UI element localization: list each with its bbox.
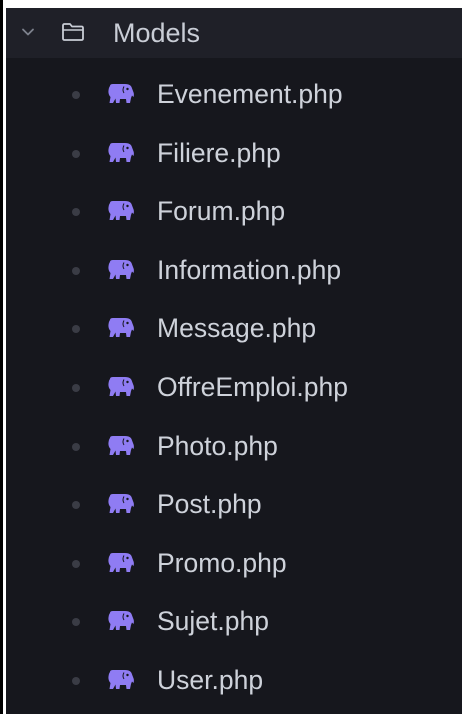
indent-guide-dot xyxy=(72,442,80,451)
file-item-information[interactable]: Information.php xyxy=(6,242,462,301)
php-elephant-icon xyxy=(107,142,135,163)
php-elephant-icon xyxy=(107,317,135,338)
file-label: Promo.php xyxy=(157,547,287,578)
indent-guide-dot xyxy=(72,208,80,217)
top-crop-strip xyxy=(6,0,462,8)
folder-row-models[interactable]: Models xyxy=(6,8,462,58)
php-elephant-icon xyxy=(107,610,135,631)
file-item-message[interactable]: Message.php xyxy=(6,300,462,359)
file-item-user[interactable]: User.php xyxy=(6,652,462,711)
php-elephant-icon xyxy=(107,552,135,573)
indent-guide-dot xyxy=(72,383,80,392)
php-elephant-icon xyxy=(107,200,135,221)
file-label: Photo.php xyxy=(157,430,278,461)
indent-guide-dot xyxy=(72,676,80,685)
php-elephant-icon xyxy=(107,435,135,456)
chevron-down-icon[interactable] xyxy=(20,24,36,40)
indent-guide-dot xyxy=(72,149,80,158)
php-elephant-icon xyxy=(107,83,135,104)
file-label: OffreEmploi.php xyxy=(157,371,348,402)
file-label: Sujet.php xyxy=(157,606,269,637)
indent-guide-dot xyxy=(72,266,80,275)
file-item-promo[interactable]: Promo.php xyxy=(6,535,462,594)
file-explorer-panel: Models Evenement.php Filiere.php Forum.p… xyxy=(6,8,462,714)
file-label: Filiere.php xyxy=(157,137,281,168)
file-label: Message.php xyxy=(157,313,317,344)
indent-guide-dot xyxy=(72,501,80,510)
screenshot-frame: Models Evenement.php Filiere.php Forum.p… xyxy=(0,0,462,714)
indent-guide-dot xyxy=(72,325,80,334)
file-label: User.php xyxy=(157,664,264,695)
file-item-sujet[interactable]: Sujet.php xyxy=(6,593,462,652)
file-label: Post.php xyxy=(157,489,262,520)
indent-guide-dot xyxy=(72,559,80,568)
file-label: Forum.php xyxy=(157,196,286,227)
folder-open-icon xyxy=(62,23,84,41)
php-elephant-icon xyxy=(107,493,135,514)
folder-label: Models xyxy=(113,18,201,48)
file-label: Information.php xyxy=(157,254,342,285)
file-item-evenement[interactable]: Evenement.php xyxy=(6,66,462,125)
file-list: Evenement.php Filiere.php Forum.php Info… xyxy=(6,66,462,711)
file-item-filiere[interactable]: Filiere.php xyxy=(6,125,462,184)
file-item-photo[interactable]: Photo.php xyxy=(6,418,462,477)
file-item-forum[interactable]: Forum.php xyxy=(6,183,462,242)
file-item-post[interactable]: Post.php xyxy=(6,476,462,535)
indent-guide-dot xyxy=(72,91,80,99)
file-item-offreemploi[interactable]: OffreEmploi.php xyxy=(6,359,462,418)
php-elephant-icon xyxy=(107,259,135,280)
php-elephant-icon xyxy=(107,669,135,690)
php-elephant-icon xyxy=(107,376,135,397)
file-label: Evenement.php xyxy=(157,79,343,109)
indent-guide-dot xyxy=(72,618,80,627)
